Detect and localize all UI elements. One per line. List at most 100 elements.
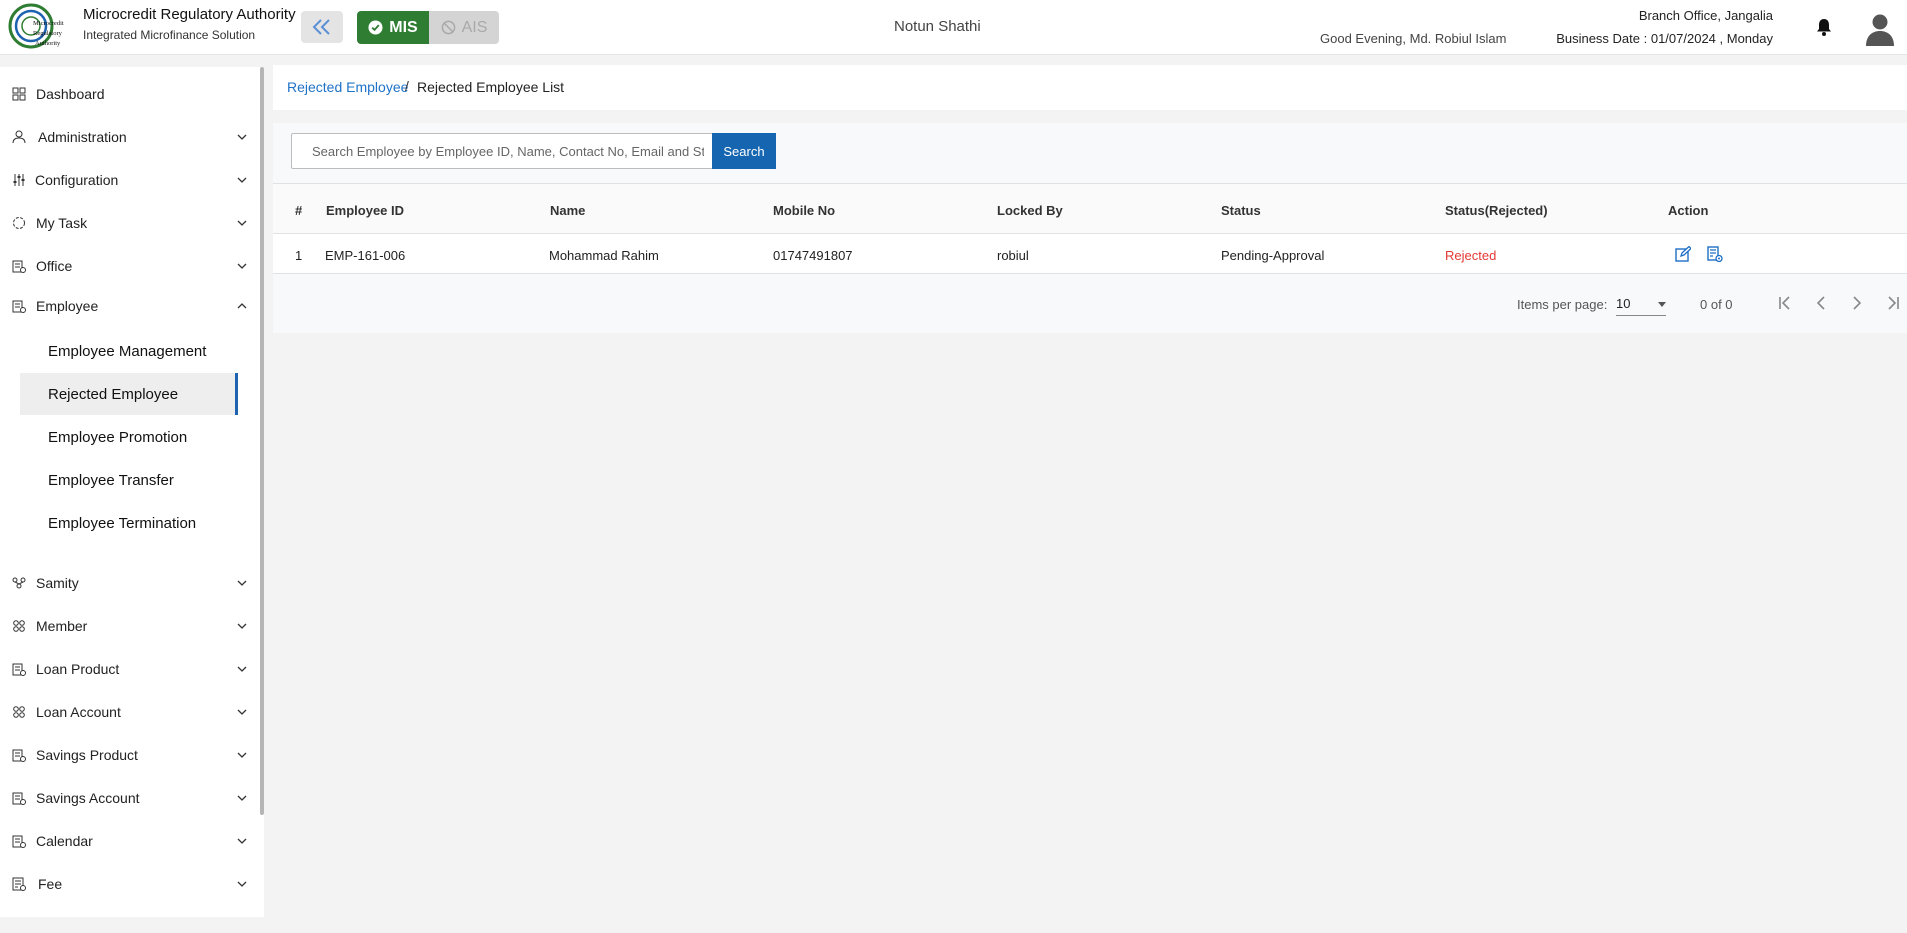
config-icon — [13, 174, 25, 186]
subitem-label: Rejected Employee — [48, 386, 179, 403]
logo-text-2: Regulatory — [33, 30, 63, 37]
page-range-label: 0 of 0 — [1700, 297, 1733, 312]
column-header-status: Status — [1221, 203, 1261, 218]
breadcrumb: Rejected Employee / Rejected Employee Li… — [273, 65, 1907, 110]
member-icon — [13, 620, 25, 632]
logo-text-3: Authority — [35, 40, 61, 47]
notification-bell-icon[interactable] — [1814, 17, 1834, 37]
sidebar-item-my-task[interactable]: My Task — [0, 205, 256, 241]
business-date: Business Date : 01/07/2024 , Monday — [1556, 31, 1773, 46]
chevron-down-icon — [237, 709, 247, 715]
sidebar-item-label: Office — [36, 258, 73, 274]
collapse-sidebar-button[interactable] — [301, 11, 343, 43]
sidebar-item-label: Administration — [38, 129, 127, 145]
sidebar-item-loan-product[interactable]: Loan Product — [0, 651, 256, 687]
cell-mobile: 01747491807 — [773, 248, 853, 263]
sidebar-item-dashboard[interactable]: Dashboard — [0, 76, 256, 112]
task-icon — [13, 217, 25, 229]
sidebar-subitem-employee-transfer[interactable]: Employee Transfer — [20, 459, 238, 501]
double-chevron-left-icon — [312, 19, 330, 35]
cell-status: Pending-Approval — [1221, 248, 1325, 263]
mis-label: MIS — [389, 18, 418, 36]
items-per-page-value: 10 — [1616, 296, 1631, 311]
subitem-label: Employee Promotion — [48, 429, 188, 446]
page-title: Rejected Employee List — [417, 79, 565, 95]
first-page-icon[interactable] — [1773, 291, 1797, 315]
samity-icon — [12, 577, 26, 589]
samity-name: Notun Shathi — [894, 18, 981, 35]
chevron-down-icon — [237, 177, 247, 183]
chevron-down-icon — [237, 881, 247, 887]
sidebar-subitem-employee-promotion[interactable]: Employee Promotion — [20, 416, 238, 458]
ais-mode-button[interactable]: AIS — [429, 11, 499, 44]
sidebar-item-savings-account[interactable]: Savings Account — [0, 780, 256, 816]
items-per-page-select[interactable]: 10 — [1616, 292, 1666, 316]
previous-page-icon[interactable] — [1809, 291, 1833, 315]
sidebar-item-savings-product[interactable]: Savings Product — [0, 737, 256, 773]
chevron-down-icon — [237, 838, 247, 844]
mis-mode-button[interactable]: MIS — [357, 11, 429, 44]
sidebar-item-loan-account[interactable]: Loan Account — [0, 694, 256, 730]
sidebar-item-label: Loan Product — [36, 661, 120, 677]
cell-employee-id: EMP-161-006 — [325, 248, 406, 263]
branch-name: Branch Office, Jangalia — [1638, 8, 1773, 23]
calendar-icon — [12, 835, 26, 848]
sidebar-item-member[interactable]: Member — [0, 608, 256, 644]
savings-account-icon — [12, 792, 26, 805]
sidebar-item-label: Savings Account — [36, 790, 140, 806]
module-switch: MIS AIS — [357, 11, 499, 44]
mra-logo-icon: Microcredit Regulatory Authority — [8, 3, 64, 49]
sidebar-item-label: My Task — [36, 215, 88, 231]
next-page-icon[interactable] — [1845, 291, 1869, 315]
sidebar-item-label: Dashboard — [36, 86, 105, 102]
sidebar-scrollbar[interactable] — [260, 67, 264, 815]
subitem-label: Employee Termination — [48, 515, 197, 532]
last-page-icon[interactable] — [1881, 291, 1905, 315]
org-subtitle: Integrated Microfinance Solution — [83, 28, 256, 42]
table-header: # Employee ID Name Mobile No Locked By S… — [273, 183, 1907, 234]
sidebar-item-employee[interactable]: Employee — [0, 288, 256, 324]
edit-icon[interactable] — [1675, 246, 1691, 263]
chevron-down-icon — [237, 220, 247, 226]
chevron-down-icon — [237, 580, 247, 586]
sidebar-item-samity[interactable]: Samity — [0, 565, 256, 601]
search-button[interactable]: Search — [712, 133, 776, 169]
sidebar-item-label: Fee — [38, 876, 63, 892]
paginator: Items per page: 10 0 of 0 — [273, 274, 1907, 333]
sidebar-subitem-employee-management[interactable]: Employee Management — [20, 330, 238, 372]
cell-number: 1 — [295, 248, 303, 263]
view-details-icon[interactable] — [1707, 246, 1723, 263]
user-avatar-icon[interactable] — [1864, 12, 1896, 46]
org-title: Microcredit Regulatory Authority — [83, 6, 296, 23]
sidebar-item-label: Samity — [36, 575, 79, 591]
savings-product-icon — [12, 749, 26, 762]
block-icon — [441, 20, 455, 35]
sidebar-item-administration[interactable]: Administration — [0, 119, 256, 155]
sidebar-item-configuration[interactable]: Configuration — [0, 162, 256, 198]
loan-product-icon — [12, 663, 26, 676]
sidebar-item-fee[interactable]: Fee — [0, 866, 256, 902]
sidebar-subitem-employee-termination[interactable]: Employee Termination — [20, 502, 238, 544]
search-input[interactable] — [291, 133, 715, 169]
sidebar-subitem-rejected-employee[interactable]: Rejected Employee — [20, 373, 238, 415]
sidebar-item-calendar[interactable]: Calendar — [0, 823, 256, 859]
sidebar-item-label: Savings Product — [36, 747, 138, 763]
sidebar-item-label: Configuration — [35, 172, 119, 188]
chevron-down-icon — [237, 752, 247, 758]
ais-label: AIS — [461, 18, 488, 36]
fee-icon — [12, 877, 26, 891]
sidebar-item-label: Calendar — [36, 833, 93, 849]
column-header-locked-by: Locked By — [997, 203, 1063, 218]
column-header-number: # — [295, 203, 303, 218]
office-icon — [12, 260, 26, 273]
user-greeting: Good Evening, Md. Robiul Islam — [1320, 31, 1507, 46]
table-row: 1 EMP-161-006 Mohammad Rahim 01747491807… — [273, 234, 1907, 274]
subitem-label: Employee Management — [48, 343, 207, 360]
column-header-action: Action — [1668, 203, 1709, 218]
app-header: Microcredit Regulatory Authority Microcr… — [0, 0, 1907, 55]
employee-icon — [12, 300, 26, 313]
column-header-name: Name — [550, 203, 586, 218]
breadcrumb-parent-link[interactable]: Rejected Employee — [287, 79, 408, 95]
sidebar-item-office[interactable]: Office — [0, 248, 256, 284]
sidebar: Dashboard Administration Configuration M… — [0, 67, 264, 917]
